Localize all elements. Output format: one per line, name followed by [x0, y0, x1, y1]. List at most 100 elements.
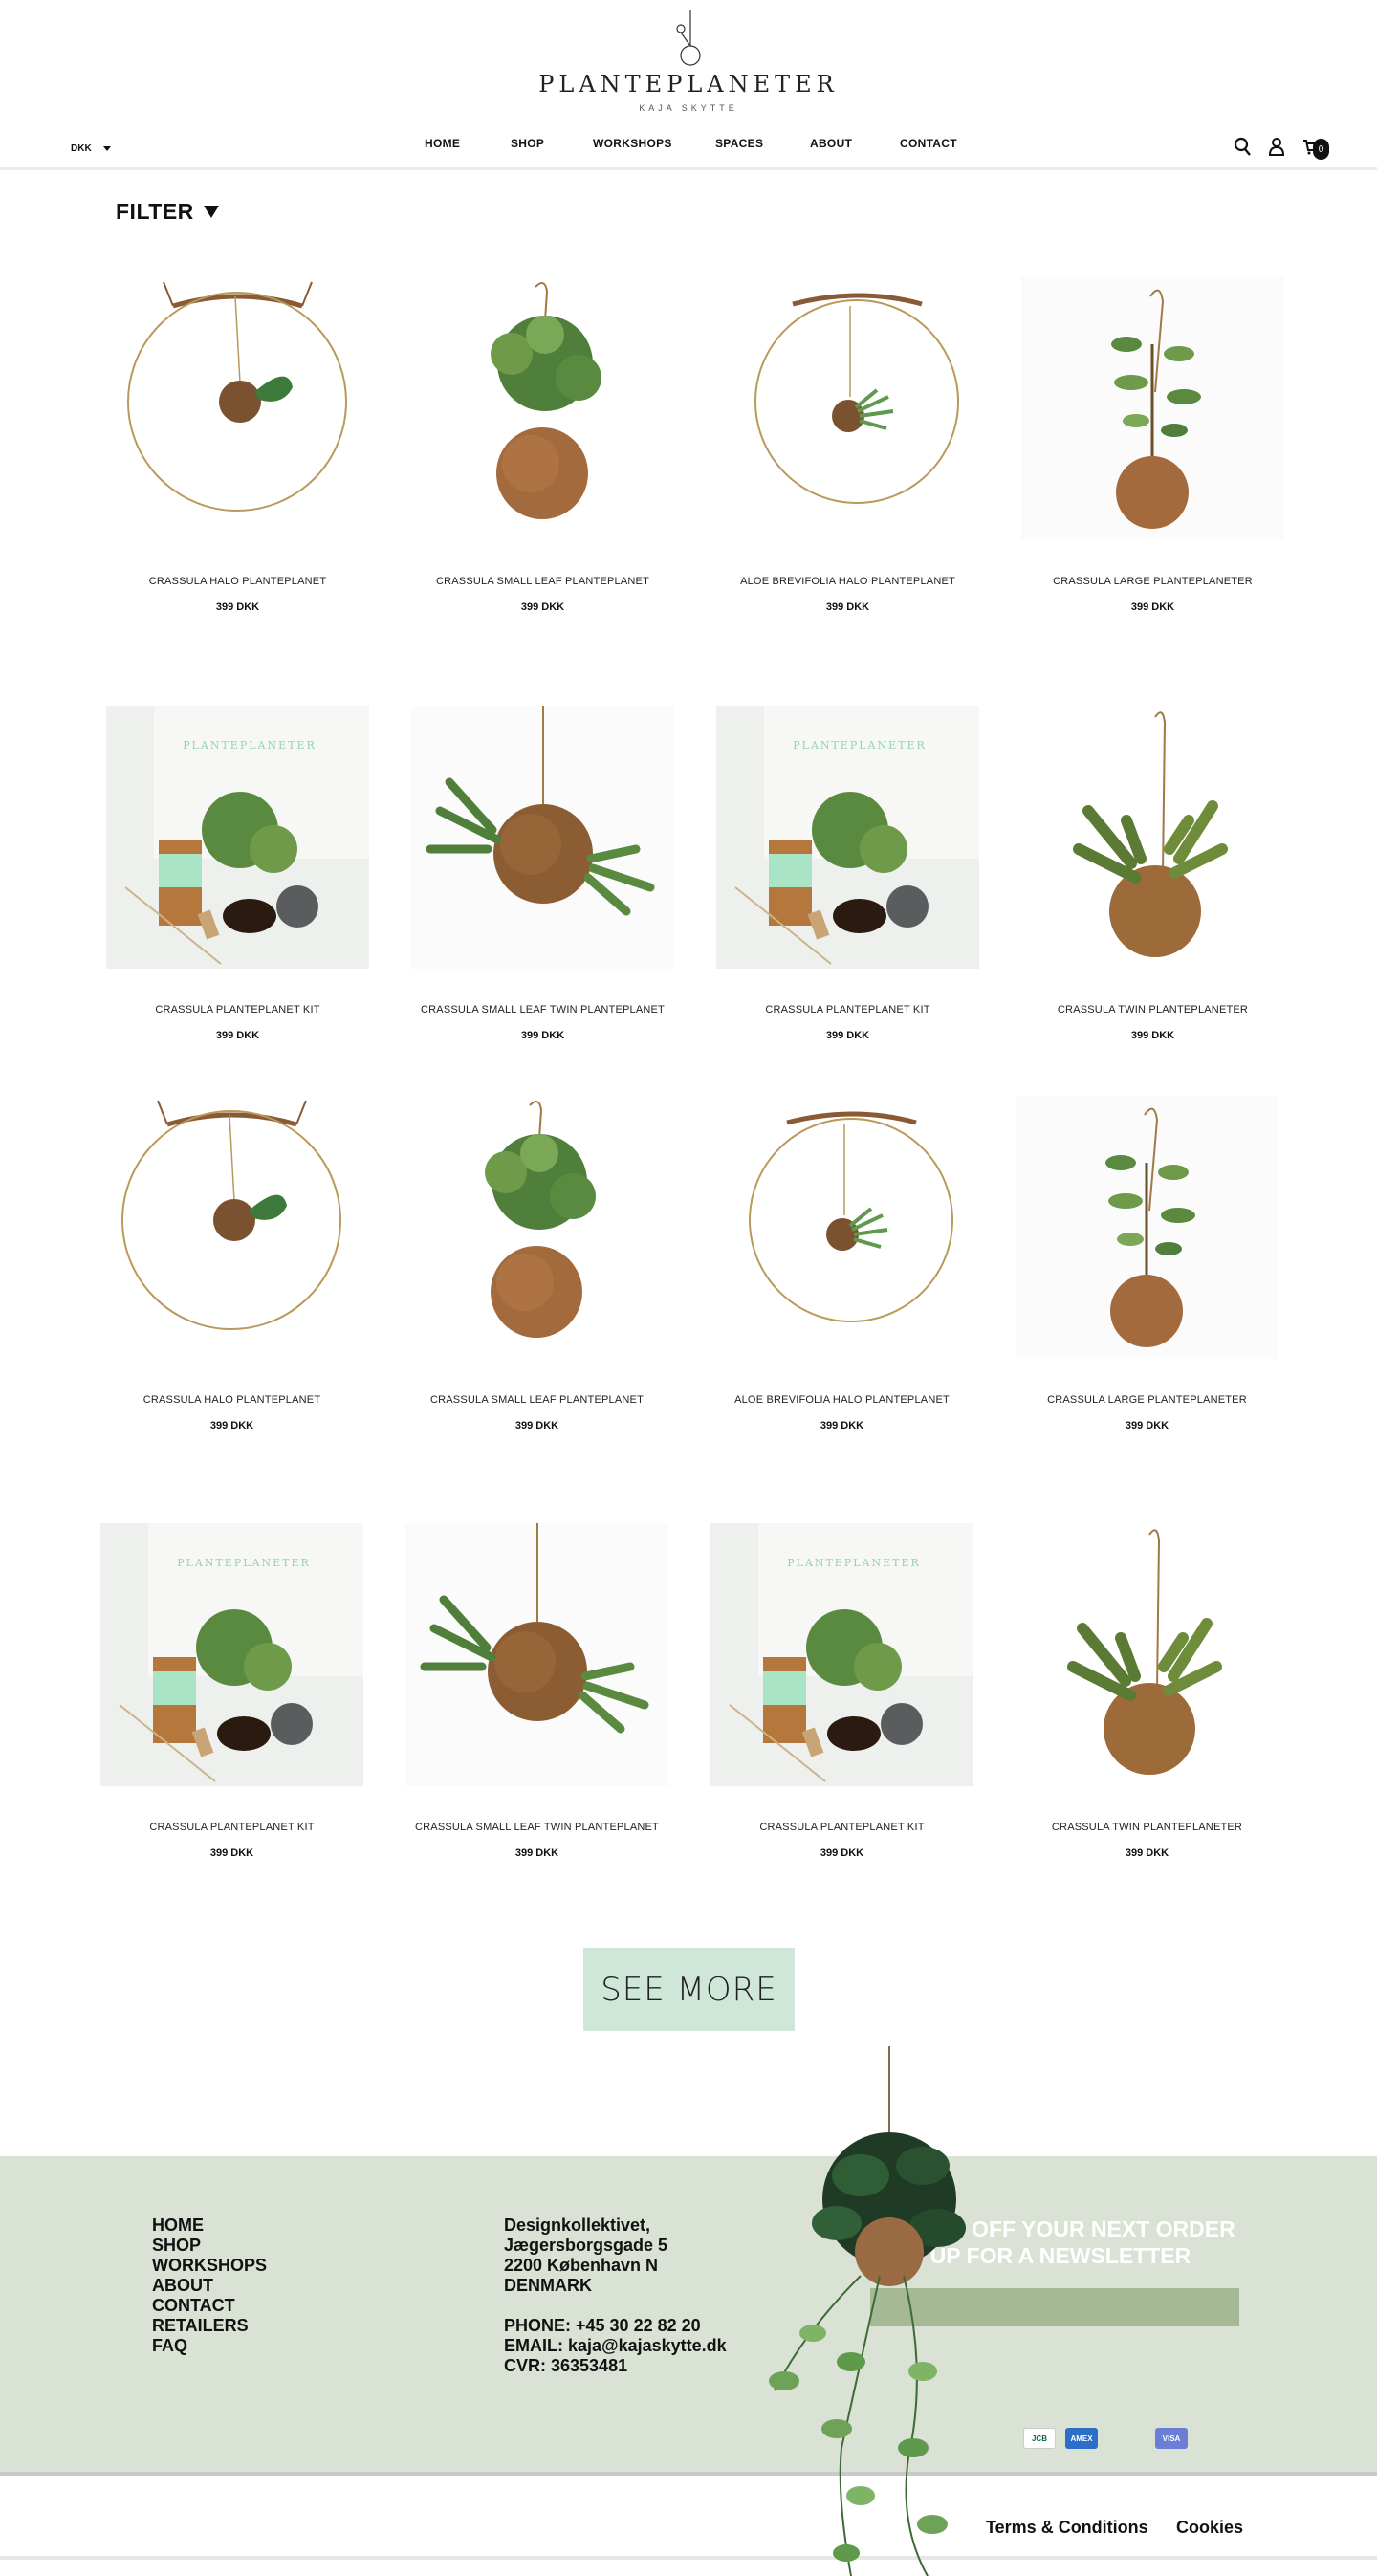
footer-link-retailers[interactable]: RETAILERS	[152, 2316, 267, 2336]
footer-links: HOME SHOP WORKSHOPS ABOUT CONTACT RETAIL…	[152, 2216, 267, 2356]
product-image[interactable]	[1016, 1096, 1279, 1359]
product-name[interactable]: ALOE BREVIFOLIA HALO PLANTEPLANET	[716, 576, 979, 587]
product-card[interactable]: CRASSULA TWIN PLANTEPLANETER 399 DKK	[1021, 706, 1284, 1041]
product-name[interactable]: CRASSULA LARGE PLANTEPLANETER	[1021, 576, 1284, 587]
address-line: Jægersborgsgade 5	[504, 2236, 668, 2255]
site-header: PLANTEPLANETER KAJA SKYTTE DKK HOME SHOP…	[0, 0, 1377, 170]
product-card[interactable]: CRASSULA HALO PLANTEPLANET 399 DKK	[106, 277, 369, 613]
product-image[interactable]	[106, 277, 369, 540]
logo[interactable]: PLANTEPLANETER KAJA SKYTTE	[0, 8, 1377, 113]
product-price: 399 DKK	[1125, 1847, 1169, 1859]
product-image[interactable]	[1021, 706, 1284, 969]
bottom-bar: Terms & Conditions Cookies	[0, 2472, 1377, 2563]
logo-mark-icon	[676, 10, 701, 66]
product-image[interactable]: PLANTEPLANETER	[716, 706, 979, 969]
product-card[interactable]: CRASSULA SMALL LEAF TWIN PLANTEPLANET 399…	[411, 706, 674, 1041]
product-image[interactable]	[405, 1523, 668, 1786]
product-name[interactable]: CRASSULA PLANTEPLANET KIT	[716, 1004, 979, 1015]
product-card[interactable]: ALOE BREVIFOLIA HALO PLANTEPLANET 399 DKK	[710, 1096, 973, 1431]
address-line: Designkollektivet,	[504, 2216, 651, 2235]
product-price: 399 DKK	[209, 1847, 254, 1859]
product-name[interactable]: CRASSULA HALO PLANTEPLANET	[106, 576, 369, 587]
brand-title: PLANTEPLANETER	[538, 71, 839, 98]
product-image[interactable]	[716, 277, 979, 540]
phone: PHONE: +45 30 22 82 20	[504, 2316, 701, 2335]
footer-link-faq[interactable]: FAQ	[152, 2336, 267, 2356]
product-image[interactable]	[411, 277, 674, 540]
product-name[interactable]: CRASSULA PLANTEPLANET KIT	[106, 1004, 369, 1015]
product-price: 399 DKK	[514, 1420, 559, 1431]
address-line: DENMARK	[504, 2276, 592, 2295]
product-price: 399 DKK	[215, 601, 260, 613]
product-card[interactable]: CRASSULA LARGE PLANTEPLANETER 399 DKK	[1021, 277, 1284, 613]
product-name[interactable]: CRASSULA LARGE PLANTEPLANETER	[1016, 1394, 1279, 1406]
header-icons	[1234, 137, 1320, 156]
product-name[interactable]: CRASSULA TWIN PLANTEPLANETER	[1016, 1822, 1279, 1833]
product-name[interactable]: CRASSULA PLANTEPLANET KIT	[100, 1822, 363, 1833]
footer-link-contact[interactable]: CONTACT	[152, 2296, 267, 2316]
product-card[interactable]: CRASSULA TWIN PLANTEPLANETER 399 DKK	[1016, 1523, 1279, 1859]
product-price: 399 DKK	[1130, 1030, 1175, 1041]
cart-count-badge[interactable]: 0	[1313, 139, 1329, 160]
nav-spaces[interactable]: SPACES	[715, 137, 763, 150]
footer-link-workshops[interactable]: WORKSHOPS	[152, 2256, 267, 2276]
see-more-button[interactable]: SEE MORE	[583, 1948, 795, 2031]
footer-link-about[interactable]: ABOUT	[152, 2276, 267, 2296]
visa-icon: VISA	[1155, 2428, 1188, 2449]
product-image[interactable]	[411, 706, 674, 969]
product-card[interactable]: PLANTEPLANETER CRASSULA PLANTEPLANET KIT…	[100, 1523, 363, 1859]
product-image[interactable]: PLANTEPLANETER	[106, 706, 369, 969]
product-card[interactable]: CRASSULA SMALL LEAF PLANTEPLANET 399 DKK	[405, 1096, 668, 1431]
amex-icon: AMEX	[1065, 2428, 1098, 2449]
product-price: 399 DKK	[820, 1847, 864, 1859]
product-name[interactable]: ALOE BREVIFOLIA HALO PLANTEPLANET	[710, 1394, 973, 1406]
footer-link-home[interactable]: HOME	[152, 2216, 267, 2236]
search-icon[interactable]	[1234, 137, 1251, 156]
filter-toggle[interactable]: FILTER	[116, 199, 219, 225]
product-card[interactable]: CRASSULA HALO PLANTEPLANET 399 DKK	[100, 1096, 363, 1431]
product-image[interactable]: PLANTEPLANETER	[100, 1523, 363, 1786]
product-price: 399 DKK	[1125, 1420, 1169, 1431]
product-name[interactable]: CRASSULA TWIN PLANTEPLANETER	[1021, 1004, 1284, 1015]
brand-subtitle: KAJA SKYTTE	[639, 103, 738, 113]
terms-link[interactable]: Terms & Conditions	[986, 2518, 1148, 2538]
product-image[interactable]	[710, 1096, 973, 1359]
product-card[interactable]: CRASSULA SMALL LEAF TWIN PLANTEPLANET 399…	[405, 1523, 668, 1859]
product-image[interactable]: PLANTEPLANETER	[710, 1523, 973, 1786]
nav-home[interactable]: HOME	[425, 137, 460, 150]
product-price: 399 DKK	[520, 601, 565, 613]
product-name[interactable]: CRASSULA SMALL LEAF TWIN PLANTEPLANET	[405, 1822, 668, 1833]
triangle-down-icon	[203, 206, 219, 218]
product-price: 399 DKK	[514, 1847, 559, 1859]
product-image[interactable]	[1016, 1523, 1279, 1786]
product-image[interactable]	[405, 1096, 668, 1359]
newsletter-signup: SIGN UP FOR A NEWSLETTER	[870, 2243, 1191, 2268]
svg-text:PLANTEPLANETER: PLANTEPLANETER	[787, 1557, 921, 1569]
product-name[interactable]: CRASSULA SMALL LEAF TWIN PLANTEPLANET	[411, 1004, 674, 1015]
product-card[interactable]: PLANTEPLANETER CRASSULA PLANTEPLANET KIT…	[106, 706, 369, 1041]
product-name[interactable]: CRASSULA SMALL LEAF PLANTEPLANET	[405, 1394, 668, 1406]
filter-label: FILTER	[116, 199, 194, 224]
nav-contact[interactable]: CONTACT	[900, 137, 957, 150]
site-footer: HOME SHOP WORKSHOPS ABOUT CONTACT RETAIL…	[0, 2156, 1377, 2472]
email[interactable]: EMAIL: kaja@kajaskytte.dk	[504, 2336, 727, 2356]
user-icon[interactable]	[1268, 137, 1285, 156]
newsletter-email-input[interactable]	[870, 2288, 1239, 2326]
product-card[interactable]: PLANTEPLANETER CRASSULA PLANTEPLANET KIT…	[716, 706, 979, 1041]
product-name[interactable]: CRASSULA HALO PLANTEPLANET	[100, 1394, 363, 1406]
product-image[interactable]	[1021, 277, 1284, 540]
product-image[interactable]	[100, 1096, 363, 1359]
nav-workshops[interactable]: WORKSHOPS	[593, 137, 672, 150]
footer-link-shop[interactable]: SHOP	[152, 2236, 267, 2256]
product-card[interactable]: CRASSULA LARGE PLANTEPLANETER 399 DKK	[1016, 1096, 1279, 1431]
product-price: 399 DKK	[215, 1030, 260, 1041]
product-card[interactable]: ALOE BREVIFOLIA HALO PLANTEPLANET 399 DKK	[716, 277, 979, 613]
product-card[interactable]: CRASSULA SMALL LEAF PLANTEPLANET 399 DKK	[411, 277, 674, 613]
nav-shop[interactable]: SHOP	[511, 137, 544, 150]
product-name[interactable]: CRASSULA PLANTEPLANET KIT	[710, 1822, 973, 1833]
product-name[interactable]: CRASSULA SMALL LEAF PLANTEPLANET	[411, 576, 674, 587]
nav-about[interactable]: ABOUT	[810, 137, 852, 150]
svg-text:PLANTEPLANETER: PLANTEPLANETER	[793, 739, 927, 752]
product-card[interactable]: PLANTEPLANETER CRASSULA PLANTEPLANET KIT…	[710, 1523, 973, 1859]
cookies-link[interactable]: Cookies	[1176, 2518, 1243, 2538]
